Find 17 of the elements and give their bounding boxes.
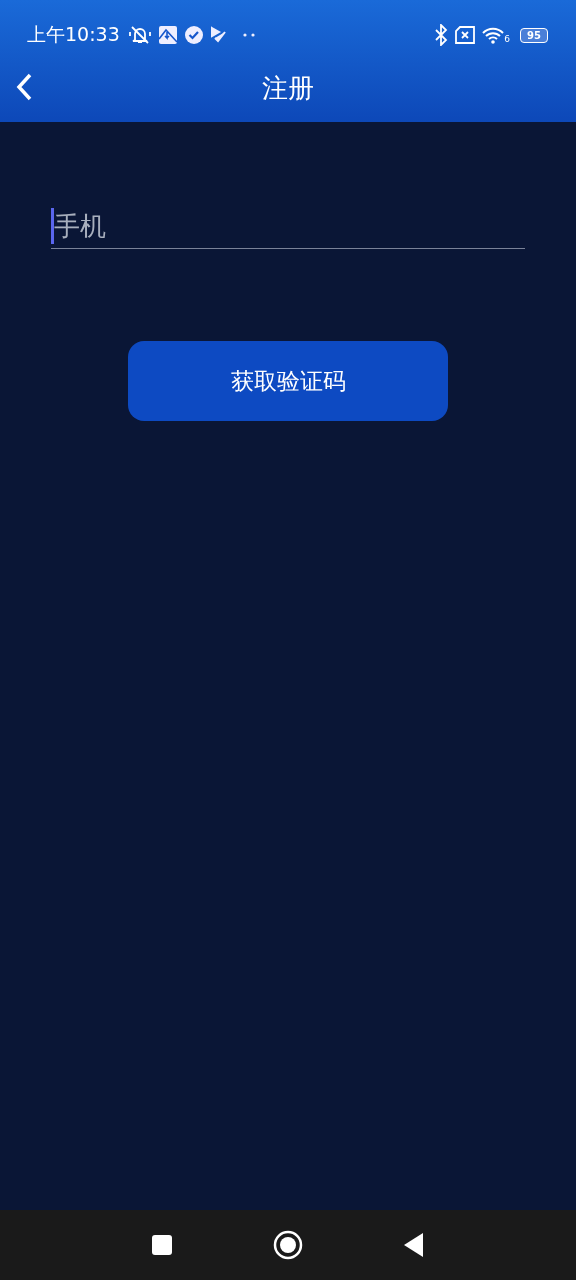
more-icon <box>241 32 256 38</box>
bluetooth-icon <box>434 24 449 46</box>
recents-icon[interactable] <box>151 1234 173 1256</box>
status-time: 上午10:33 <box>27 22 120 47</box>
battery-indicator: 95 <box>520 27 548 43</box>
image-icon <box>157 25 178 45</box>
bell-off-icon <box>127 25 152 45</box>
check-flag-icon <box>209 26 228 44</box>
home-icon[interactable] <box>273 1230 303 1260</box>
page-title: 注册 <box>262 71 314 105</box>
sim-off-icon <box>454 26 477 44</box>
check-circle-icon <box>183 25 204 45</box>
wifi-icon <box>482 26 505 44</box>
wifi-label: 6 <box>504 35 511 44</box>
back-triangle-icon[interactable] <box>403 1232 425 1258</box>
get-code-button[interactable]: 获取验证码 <box>128 341 448 421</box>
back-button[interactable] <box>14 72 34 102</box>
